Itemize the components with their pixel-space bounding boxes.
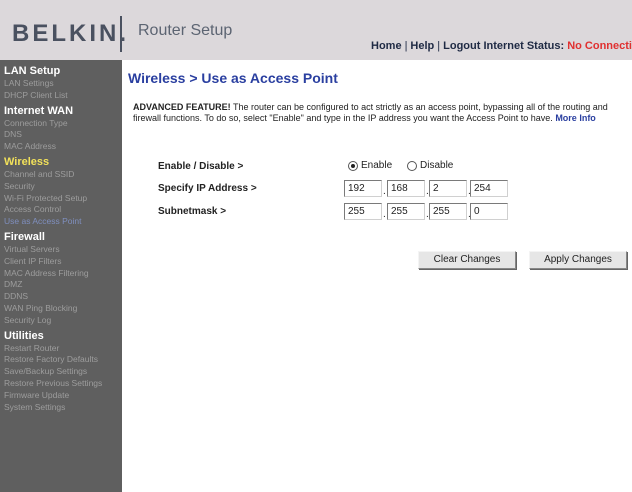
logout-link[interactable]: Logout xyxy=(443,40,480,52)
subnet-octet-2-input[interactable]: 255 xyxy=(387,203,425,220)
ip-octet-2-input[interactable]: 168 xyxy=(387,180,425,197)
enable-radio[interactable]: Enable xyxy=(348,160,392,171)
help-link[interactable]: Help xyxy=(410,40,434,52)
sidebar-item-client-ip-filters[interactable]: Client IP Filters xyxy=(0,256,122,268)
app-title: Router Setup xyxy=(138,22,233,39)
sidebar-section-firewall[interactable]: Firewall xyxy=(0,230,122,244)
ip-address-label: Specify IP Address > xyxy=(158,183,257,194)
sidebar-item-connection-type[interactable]: Connection Type xyxy=(0,118,122,130)
description: ADVANCED FEATURE! The router can be conf… xyxy=(133,102,619,124)
advanced-feature-label: ADVANCED FEATURE! xyxy=(133,102,231,112)
apply-changes-button[interactable]: Apply Changes xyxy=(529,251,627,269)
subnet-octet-3-input[interactable]: 255 xyxy=(429,203,467,220)
sidebar-item-system-settings[interactable]: System Settings xyxy=(0,402,122,414)
sidebar-item-access-control[interactable]: Access Control xyxy=(0,204,122,216)
link-separator: | xyxy=(404,40,408,52)
sidebar-section-utilities[interactable]: Utilities xyxy=(0,329,122,343)
sidebar-item-wan-ping-blocking[interactable]: WAN Ping Blocking xyxy=(0,303,122,315)
sidebar-section-wireless[interactable]: Wireless xyxy=(0,155,122,169)
main-content: Wireless > Use as Access Point ADVANCED … xyxy=(122,60,632,492)
internet-status-value: No Connectio xyxy=(567,40,632,52)
subnet-octet-1-input[interactable]: 255 xyxy=(344,203,382,220)
sidebar-item-wps[interactable]: Wi-Fi Protected Setup xyxy=(0,193,122,205)
disable-radio-label: Disable xyxy=(420,160,454,171)
logo-divider xyxy=(120,16,122,52)
sidebar-item-use-as-access-point[interactable]: Use as Access Point xyxy=(0,216,122,228)
disable-radio[interactable]: Disable xyxy=(407,160,453,171)
sidebar-item-security-log[interactable]: Security Log xyxy=(0,315,122,327)
ip-octet-4-input[interactable]: 254 xyxy=(470,180,508,197)
sidebar-item-restore-previous-settings[interactable]: Restore Previous Settings xyxy=(0,378,122,390)
sidebar-item-security[interactable]: Security xyxy=(0,181,122,193)
sidebar-item-lan-settings[interactable]: LAN Settings xyxy=(0,78,122,90)
sidebar: LAN Setup LAN Settings DHCP Client List … xyxy=(0,60,122,492)
sidebar-item-dns[interactable]: DNS xyxy=(0,129,122,141)
clear-changes-button[interactable]: Clear Changes xyxy=(418,251,516,269)
sidebar-item-restore-factory-defaults[interactable]: Restore Factory Defaults xyxy=(0,354,122,366)
enable-disable-label: Enable / Disable > xyxy=(158,161,244,172)
sidebar-item-mac-filtering[interactable]: MAC Address Filtering xyxy=(0,268,122,280)
ip-octet-3-input[interactable]: 2 xyxy=(429,180,467,197)
sidebar-item-virtual-servers[interactable]: Virtual Servers xyxy=(0,244,122,256)
sidebar-item-channel-ssid[interactable]: Channel and SSID xyxy=(0,169,122,181)
header: BELKIN. Router Setup Home | Help | Logout In… xyxy=(0,0,632,60)
page-title: Wireless > Use as Access Point xyxy=(128,70,338,86)
subnet-dot: . xyxy=(383,209,386,220)
sidebar-item-firmware-update[interactable]: Firmware Update xyxy=(0,390,122,402)
more-info-link[interactable]: More Info xyxy=(555,113,596,123)
link-separator: | xyxy=(437,40,441,52)
sidebar-section-lan-setup[interactable]: LAN Setup xyxy=(0,64,122,78)
sidebar-item-restart-router[interactable]: Restart Router xyxy=(0,343,122,355)
enable-radio-button[interactable] xyxy=(348,160,358,171)
top-links: Home | Help | Logout Internet Status: No Con… xyxy=(371,40,632,52)
internet-status-label: Internet Status: xyxy=(483,40,565,52)
sidebar-item-dhcp-client-list[interactable]: DHCP Client List xyxy=(0,90,122,102)
sidebar-section-internet-wan[interactable]: Internet WAN xyxy=(0,104,122,118)
sidebar-item-save-backup-settings[interactable]: Save/Backup Settings xyxy=(0,366,122,378)
sidebar-item-mac-address[interactable]: MAC Address xyxy=(0,141,122,153)
home-link[interactable]: Home xyxy=(371,40,402,52)
sidebar-item-ddns[interactable]: DDNS xyxy=(0,291,122,303)
sidebar-item-dmz[interactable]: DMZ xyxy=(0,279,122,291)
disable-radio-button[interactable] xyxy=(407,160,417,171)
enable-radio-label: Enable xyxy=(361,160,393,171)
subnetmask-label: Subnetmask > xyxy=(158,206,227,217)
ip-octet-1-input[interactable]: 192 xyxy=(344,180,382,197)
ip-dot: . xyxy=(383,186,386,197)
subnet-octet-4-input[interactable]: 0 xyxy=(470,203,508,220)
belkin-logo: BELKIN. xyxy=(12,20,129,47)
